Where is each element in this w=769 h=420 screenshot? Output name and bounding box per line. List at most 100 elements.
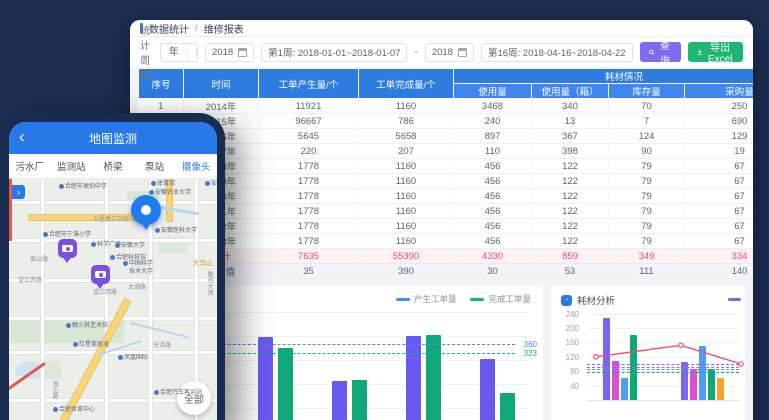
start-week-field[interactable]: 第1周: 2018-01-01~2018-01-07: [261, 43, 407, 62]
table-cell: 859: [532, 249, 609, 264]
download-icon: [697, 48, 703, 57]
map-highway: [29, 215, 149, 220]
calendar-icon: [238, 48, 247, 57]
reference-line-label: 360: [524, 340, 537, 349]
query-button[interactable]: 查询: [640, 42, 681, 62]
table-cell: 67: [685, 234, 754, 249]
calendar-icon: [458, 48, 467, 57]
bar-产生工单量: [480, 359, 495, 420]
table-cell: 79: [609, 234, 685, 249]
consumable-bar: [681, 362, 688, 400]
period-label: 统计周期:: [140, 22, 153, 82]
end-year-select[interactable]: 2018: [425, 43, 474, 62]
table-row: 52018年177811604561227967: [139, 159, 754, 174]
map-river: [159, 206, 199, 216]
table-cell: 122: [532, 204, 609, 219]
app-tab-摄像头[interactable]: 摄像头: [175, 159, 217, 173]
table-cell: 122: [532, 159, 609, 174]
table-cell: 124: [609, 129, 685, 144]
map-label: 太湖路: [128, 285, 146, 292]
col-header-consumables-group: 耗材情况: [454, 69, 754, 84]
table-cell: 456: [454, 219, 532, 234]
start-year-select[interactable]: 2018: [205, 43, 254, 62]
period-option-季[interactable]: 季: [188, 44, 198, 61]
table-cell: 140: [685, 264, 754, 279]
table-cell: 334: [685, 249, 754, 264]
consumable-bar: [708, 369, 715, 400]
y-axis-tick: 80: [557, 367, 579, 376]
table-cell: 122: [532, 219, 609, 234]
table-cell: 13: [532, 114, 609, 129]
range-separator: -: [414, 47, 417, 58]
y-axis-tick: 200: [557, 324, 579, 333]
app-tab-污水厂[interactable]: 污水厂: [9, 159, 51, 173]
table-cell: 79: [609, 204, 685, 219]
app-tab-泵站[interactable]: 泵站: [134, 159, 176, 173]
table-cell: 456: [454, 159, 532, 174]
table-cell: 1778: [259, 189, 359, 204]
camera-icon: [95, 271, 106, 278]
reference-line: [587, 364, 739, 365]
map-label: 凤凰国际: [118, 355, 148, 362]
map-label: 大华山: [193, 260, 213, 267]
bar-完成工单量: [500, 393, 515, 420]
reference-line: [587, 372, 739, 373]
map-label: 技术大学: [129, 269, 153, 276]
table-cell: 1778: [259, 204, 359, 219]
map-view[interactable]: › 全部 合肥市琥珀中学体育馆安徽农业大学安徽省博物馆五里墩立交桥安徽医科大学合…: [9, 179, 217, 420]
app-title: 地图监测: [89, 130, 137, 147]
phone-screen: ‹ 地图监测 污水厂监测站桥梁泵站摄像头: [9, 122, 217, 420]
table-row: 32016年56455658897367124129: [139, 129, 754, 144]
table-cell: 1160: [359, 189, 454, 204]
table-cell: 1778: [259, 159, 359, 174]
table-cell: 240: [454, 114, 532, 129]
app-header: ‹ 地图监测: [9, 122, 217, 154]
map-label: 合肥体育中心: [53, 407, 95, 414]
map-label: 中国科学: [123, 261, 153, 268]
table-cell: 1160: [359, 99, 454, 114]
bar-产生工单量: [406, 336, 421, 420]
table-row: 72020年177811604561227967: [139, 189, 754, 204]
camera-marker[interactable]: [91, 265, 110, 284]
table-cell: 30: [454, 264, 532, 279]
x-axis-line: [587, 400, 739, 401]
map-label: 望江西路: [18, 278, 42, 285]
selected-camera-marker[interactable]: [131, 195, 161, 225]
app-tab-桥梁[interactable]: 桥梁: [92, 159, 134, 173]
query-button-label: 查询: [658, 37, 671, 67]
table-cell: 3468: [454, 99, 532, 114]
camera-marker[interactable]: [58, 239, 77, 258]
table-cell: 35: [259, 264, 359, 279]
table-cell: 1778: [259, 174, 359, 189]
map-label: 红星美凯龙: [73, 342, 109, 349]
expand-panel-button[interactable]: ›: [12, 185, 25, 199]
bar-完成工单量: [426, 335, 441, 420]
col-header-completed: 工单完成量/个: [359, 69, 454, 99]
table-cell: 7: [609, 114, 685, 129]
period-option-年[interactable]: 年: [161, 44, 188, 61]
table-cell: 220: [259, 144, 359, 159]
export-excel-button[interactable]: 导出Excel: [688, 42, 743, 62]
app-tab-监测站[interactable]: 监测站: [51, 159, 93, 173]
col-header-created: 工单产生量/个: [259, 69, 359, 99]
map-label: 安徽省博物馆: [205, 181, 217, 188]
y-axis-tick: 240: [557, 310, 579, 319]
breadcrumb: 数据统计 / 维修报表: [130, 20, 753, 37]
table-cell: 2014年: [184, 99, 259, 114]
map-label: 合肥市宁溪小学: [43, 232, 91, 239]
table-row: 62019年177811604561227967: [139, 174, 754, 189]
col-subheader: 使用量: [454, 84, 532, 99]
col-subheader: 库存量: [609, 84, 685, 99]
table-cell: 67: [685, 174, 754, 189]
table-cell: 122: [532, 234, 609, 249]
table-cell: 1160: [359, 159, 454, 174]
end-week-field[interactable]: 第16周: 2018-04-16~2018-04-22: [481, 43, 633, 62]
consumable-bar: [717, 378, 724, 400]
show-all-button[interactable]: 全部: [177, 381, 211, 415]
table-cell: 79: [609, 219, 685, 234]
consumables-chart-panel: ◔ 耗材分析 2402001601208040: [551, 286, 745, 420]
back-icon[interactable]: ‹: [19, 126, 25, 148]
table-row: 12014年119211160346834070250: [139, 99, 754, 114]
consumable-bar: [603, 318, 610, 400]
map-river: [130, 322, 189, 338]
